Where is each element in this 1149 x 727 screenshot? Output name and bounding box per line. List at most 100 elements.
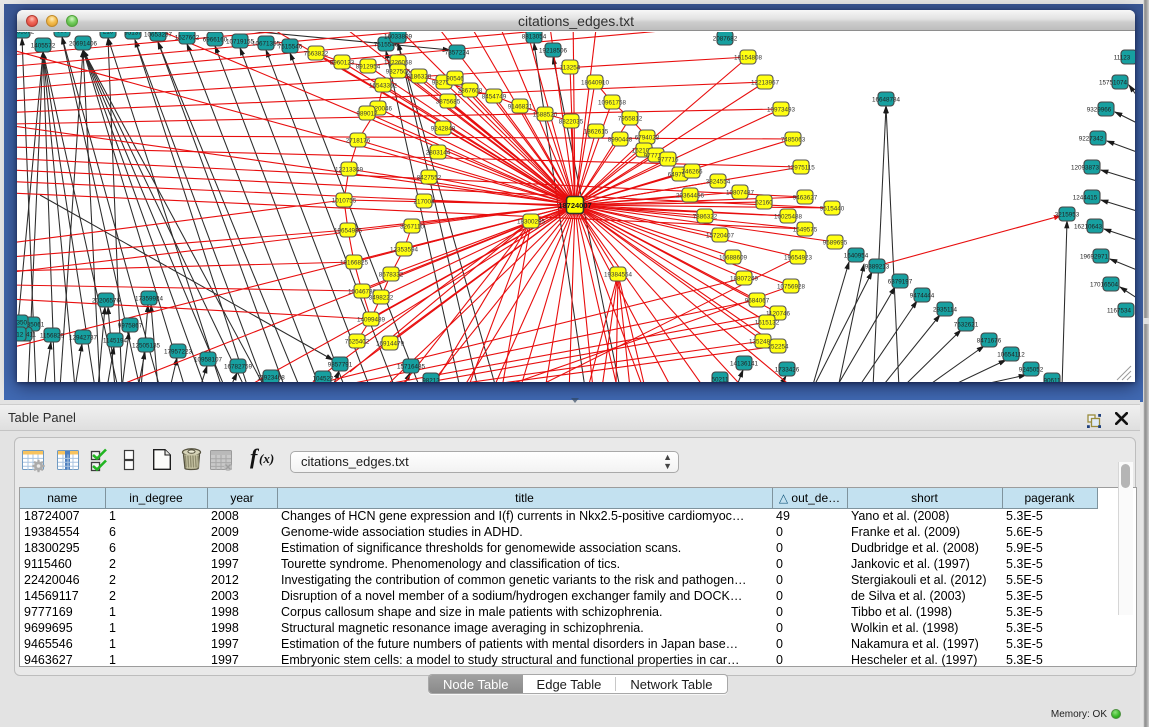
svg-text:95137: 95137 — [124, 32, 142, 37]
svg-text:19166825: 19166825 — [340, 260, 369, 267]
svg-text:9684067: 9684067 — [745, 298, 770, 305]
svg-text:10025488: 10025488 — [774, 214, 803, 221]
svg-text:9329966: 9329966 — [1087, 107, 1112, 114]
svg-text:90546: 90546 — [446, 76, 464, 83]
svg-text:1156829: 1156829 — [40, 333, 65, 340]
svg-text:8912954: 8912954 — [356, 64, 381, 71]
svg-text:8822035: 8822035 — [559, 119, 584, 126]
svg-text:8454749: 8454749 — [482, 94, 507, 101]
svg-text:2087682: 2087682 — [713, 36, 738, 43]
svg-text:8186328: 8186328 — [407, 74, 432, 81]
svg-text:1145194: 1145194 — [103, 338, 128, 345]
svg-text:16543362: 16543362 — [369, 83, 398, 90]
svg-text:15716485: 15716485 — [397, 364, 426, 371]
svg-text:15720407: 15720407 — [706, 233, 735, 240]
svg-text:2718176: 2718176 — [346, 138, 371, 145]
svg-text:7350: 7350 — [17, 320, 27, 327]
svg-text:9242848: 9242848 — [431, 126, 456, 133]
svg-text:746266: 746266 — [681, 169, 703, 176]
svg-text:977716: 977716 — [657, 157, 679, 164]
svg-text:1405572: 1405572 — [31, 43, 56, 50]
svg-text:(x): (x) — [259, 451, 274, 466]
svg-text:19692971: 19692971 — [1080, 254, 1109, 261]
svg-text:9389213: 9389213 — [865, 264, 890, 271]
svg-text:20364456: 20364456 — [676, 193, 705, 200]
svg-text:11123: 11123 — [1114, 55, 1131, 62]
svg-text:10719155: 10719155 — [226, 39, 255, 46]
svg-text:20206576: 20206576 — [92, 298, 121, 305]
svg-text:14099489: 14099489 — [357, 317, 386, 324]
svg-text:12942737: 12942737 — [69, 335, 98, 342]
svg-text:12505135: 12505135 — [132, 343, 161, 350]
svg-text:1167534: 1167534 — [1107, 308, 1132, 315]
svg-text:252254: 252254 — [767, 344, 789, 351]
svg-text:9857791: 9857791 — [328, 362, 353, 369]
svg-text:19218506: 19218506 — [539, 48, 568, 55]
svg-text:17359924: 17359924 — [135, 296, 164, 303]
svg-text:7955812: 7955812 — [618, 116, 643, 123]
svg-text:1244415: 1244415 — [1073, 195, 1098, 202]
svg-text:9146821: 9146821 — [508, 104, 533, 111]
svg-text:12213967: 12213967 — [751, 80, 780, 87]
svg-text:9689695: 9689695 — [823, 240, 848, 247]
svg-text:104522: 104522 — [312, 376, 334, 383]
svg-text:3498222: 3498222 — [369, 295, 394, 302]
svg-text:12353594: 12353594 — [390, 247, 419, 254]
svg-text:10756928: 10756928 — [777, 284, 806, 291]
svg-text:217004: 217004 — [413, 199, 435, 206]
svg-text:12975115: 12975115 — [787, 165, 815, 172]
svg-text:18807249: 18807249 — [730, 276, 759, 283]
svg-text:7515546: 7515546 — [278, 44, 303, 51]
svg-text:18724007: 18724007 — [558, 201, 591, 210]
svg-text:12093873: 12093873 — [1071, 165, 1100, 172]
svg-text:18640910: 18640910 — [581, 80, 610, 87]
svg-text:1640954: 1640954 — [844, 253, 869, 260]
svg-text:8960123: 8960123 — [330, 60, 355, 67]
svg-text:14136141: 14136141 — [730, 361, 759, 368]
svg-text:10688609: 10688609 — [719, 255, 748, 262]
svg-text:3267110: 3267110 — [400, 224, 425, 231]
svg-text:90611: 90611 — [1043, 378, 1061, 383]
svg-text:62160: 62160 — [755, 200, 773, 207]
svg-text:3215953: 3215953 — [1055, 212, 1080, 219]
svg-text:19654985: 19654985 — [334, 228, 363, 235]
svg-text:98213: 98213 — [422, 378, 440, 383]
svg-text:10807487: 10807487 — [726, 190, 755, 197]
svg-text:1549575: 1549575 — [793, 227, 818, 234]
svg-text:10961758: 10961758 — [598, 100, 627, 107]
svg-text:7663822: 7663822 — [304, 51, 329, 58]
svg-text:9245052: 9245052 — [1019, 367, 1044, 374]
svg-text:17016504: 17016504 — [1090, 282, 1119, 289]
svg-text:2935114: 2935114 — [933, 307, 958, 314]
svg-text:7625402: 7625402 — [345, 339, 370, 346]
svg-text:9975867: 9975867 — [118, 323, 143, 330]
svg-text:10671355: 10671355 — [252, 41, 281, 48]
svg-text:7485063: 7485063 — [781, 137, 806, 144]
svg-text:8471676: 8471676 — [977, 338, 1002, 345]
svg-text:989: 989 — [57, 32, 68, 35]
svg-text:16033809: 16033809 — [384, 34, 413, 41]
svg-text:7386322: 7386322 — [693, 214, 718, 221]
svg-text:8678332: 8678332 — [379, 272, 404, 279]
svg-text:17957223: 17957223 — [164, 349, 193, 356]
svg-text:1588520: 1588520 — [533, 112, 558, 119]
svg-text:9463627: 9463627 — [793, 195, 818, 202]
svg-text:20691406: 20691406 — [69, 41, 98, 48]
svg-text:989012: 989012 — [356, 111, 378, 118]
svg-text:6794028: 6794028 — [635, 135, 660, 142]
svg-text:113254: 113254 — [560, 65, 581, 72]
svg-text:1010755: 1010755 — [332, 198, 357, 205]
svg-text:16648784: 16648784 — [872, 97, 901, 104]
svg-text:8990448: 8990448 — [608, 137, 633, 144]
svg-text:19384554: 19384554 — [604, 272, 633, 279]
svg-text:11923468: 11923468 — [257, 375, 285, 382]
svg-text:19654923: 19654923 — [784, 255, 813, 262]
svg-text:3824554: 3824554 — [706, 179, 731, 186]
svg-text:2803144: 2803144 — [426, 150, 451, 157]
svg-text:1362615: 1362615 — [584, 129, 609, 136]
svg-text:18300295: 18300295 — [517, 219, 546, 226]
svg-text:1405572: 1405572 — [17, 32, 35, 36]
svg-text:15751074: 15751074 — [1099, 80, 1128, 87]
svg-text:3875685: 3875685 — [436, 99, 461, 106]
svg-text:10958107: 10958107 — [194, 357, 223, 364]
